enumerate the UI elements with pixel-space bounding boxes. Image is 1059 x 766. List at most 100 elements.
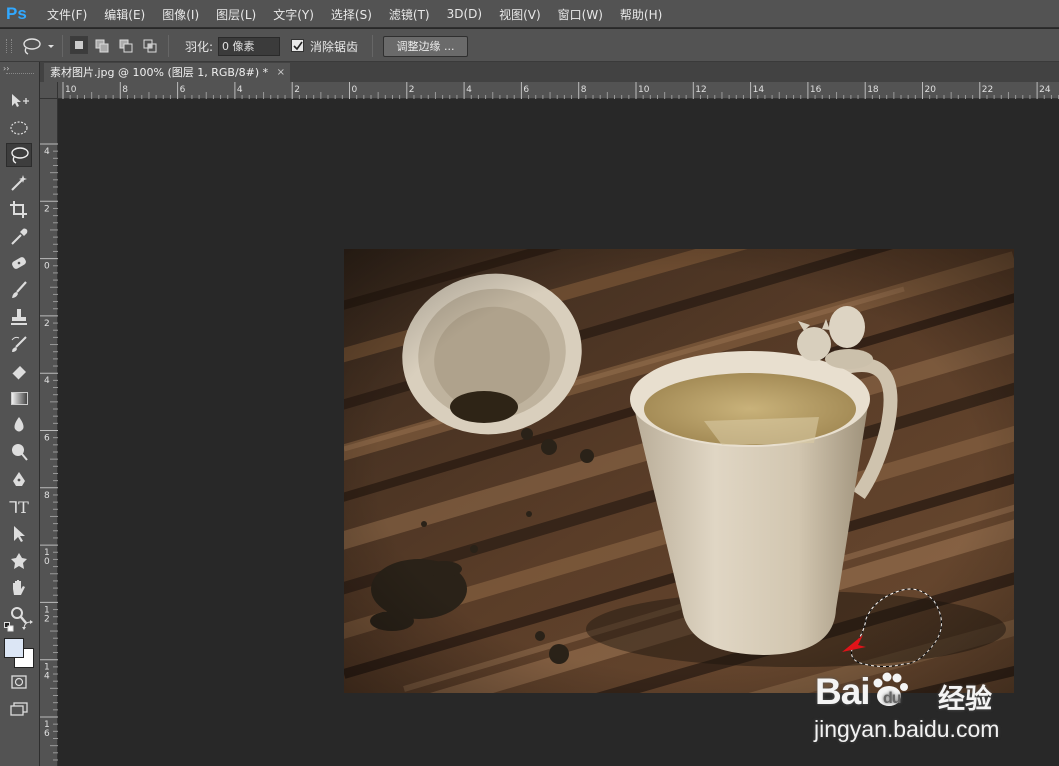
- ruler-label: 4: [44, 376, 50, 386]
- ruler-label: 4: [44, 672, 50, 682]
- dodge-icon: [12, 444, 28, 461]
- tea-cup-image: [344, 249, 1014, 693]
- feather-input[interactable]: 0 像素: [218, 37, 280, 56]
- screen-mode-button[interactable]: [6, 697, 32, 721]
- document-tab[interactable]: 素材图片.jpg @ 100% (图层 1, RGB/8#) * ×: [44, 63, 290, 82]
- lasso-tool-icon: [11, 147, 29, 164]
- baidu-jingyan-label: 经验: [938, 684, 992, 715]
- photoshop-logo: Ps: [6, 4, 27, 23]
- menu-select[interactable]: 选择(S): [331, 6, 372, 23]
- add-to-selection-button[interactable]: [93, 37, 111, 55]
- intersect-selection-icon: [143, 39, 157, 53]
- menu-help[interactable]: 帮助(H): [620, 6, 662, 23]
- crop-tool-icon: [10, 201, 27, 218]
- eyedropper-icon: [11, 228, 28, 245]
- pen-tool-button[interactable]: [6, 468, 32, 492]
- add-selection-icon: [95, 39, 109, 53]
- ruler-label: 0: [44, 557, 50, 567]
- ruler-label: 2: [44, 204, 50, 214]
- baidu-logo-text: Bai: [815, 671, 871, 712]
- antialias-label: 消除锯齿: [310, 40, 359, 54]
- move-tool-button[interactable]: [6, 89, 32, 113]
- history-brush-button[interactable]: [6, 332, 32, 356]
- menu-filter[interactable]: 滤镜(T): [389, 6, 430, 23]
- tool-preset-picker[interactable]: [20, 35, 58, 57]
- quick-mask-button[interactable]: [6, 670, 32, 694]
- lasso-tool-button[interactable]: [6, 143, 32, 167]
- ruler-label: 0: [352, 85, 358, 95]
- magic-wand-button[interactable]: [6, 170, 32, 194]
- type-tool-button[interactable]: ⅂T: [6, 495, 32, 519]
- dodge-button[interactable]: [6, 440, 32, 464]
- ruler-label: 2: [44, 614, 50, 624]
- new-selection-button[interactable]: [70, 36, 88, 54]
- path-selection-button[interactable]: [6, 522, 32, 546]
- menu-image[interactable]: 图像(I): [162, 6, 199, 23]
- menu-edit[interactable]: 编辑(E): [104, 6, 145, 23]
- clone-stamp-button[interactable]: [6, 305, 32, 329]
- pen-tool-icon: [13, 472, 25, 486]
- horizontal-ruler[interactable]: 10 8 6 4 2 0 2 4 6 8 10 12 14 16 18 20 22 24: [58, 82, 1059, 99]
- panel-collapse-icon[interactable]: ››: [3, 64, 9, 73]
- hand-tool-button[interactable]: [6, 576, 32, 600]
- ruler-label: 4: [44, 147, 50, 157]
- gradient-button[interactable]: [6, 386, 32, 410]
- brush-tool-button[interactable]: [6, 278, 32, 302]
- checkmark-icon: [293, 41, 303, 51]
- custom-shape-icon: [11, 553, 27, 569]
- ruler-label: 2: [294, 85, 300, 95]
- marquee-tool-button[interactable]: [6, 116, 32, 140]
- eyedropper-button[interactable]: [6, 224, 32, 248]
- eraser-button[interactable]: [6, 359, 32, 383]
- watermark-url: jingyan.baidu.com: [814, 716, 1000, 742]
- ruler-label: 4: [466, 85, 472, 95]
- vertical-ruler[interactable]: 420246810121416: [40, 99, 58, 766]
- foreground-color-swatch[interactable]: [4, 638, 24, 658]
- ruler-label: 6: [44, 729, 50, 739]
- new-selection-icon: [75, 41, 83, 49]
- default-colors-button[interactable]: [4, 621, 14, 632]
- clone-stamp-icon: [11, 309, 27, 325]
- ruler-label: 6: [44, 434, 50, 444]
- tea-cup-photo[interactable]: [344, 249, 1014, 693]
- custom-shape-button[interactable]: [6, 549, 32, 573]
- menu-bar: Ps 文件(F) 编辑(E) 图像(I) 图层(L) 文字(Y) 选择(S) 滤…: [0, 0, 1059, 28]
- ruler-label: 0: [44, 262, 50, 272]
- ruler-label: 8: [44, 491, 50, 501]
- ruler-label: 12: [695, 85, 706, 95]
- menu-layer[interactable]: 图层(L): [216, 6, 256, 23]
- hand-tool-icon: [13, 580, 25, 595]
- menu-file[interactable]: 文件(F): [47, 6, 87, 23]
- options-bar: 羽化: 0 像素 消除锯齿 调整边缘 ...: [0, 29, 1059, 62]
- healing-brush-button[interactable]: [6, 251, 32, 275]
- crop-tool-button[interactable]: [6, 197, 32, 221]
- grip-handle[interactable]: [6, 39, 12, 53]
- paw-icon: du: [873, 672, 908, 707]
- menu-3d[interactable]: 3D(D): [447, 7, 482, 21]
- subtract-selection-button[interactable]: [117, 37, 135, 55]
- ruler-label: 6: [180, 85, 186, 95]
- gradient-icon: [10, 391, 28, 405]
- ruler-origin[interactable]: [40, 82, 58, 99]
- move-tool-icon: [12, 94, 29, 107]
- svg-text:du: du: [883, 690, 901, 707]
- antialias-checkbox[interactable]: [291, 39, 304, 52]
- type-tool-icon: ⅂T: [9, 497, 29, 517]
- panel-grip[interactable]: [6, 73, 34, 74]
- blur-button[interactable]: [6, 413, 32, 437]
- swap-colors-button[interactable]: [22, 620, 34, 632]
- ruler-label: 18: [867, 85, 879, 95]
- menu-type[interactable]: 文字(Y): [273, 6, 314, 23]
- ruler-label: 10: [638, 85, 650, 95]
- horizontal-ruler-ticks: 10 8 6 4 2 0 2 4 6 8 10 12 14 16 18 20 22 24: [62, 82, 1059, 99]
- quick-mask-icon: [11, 675, 27, 689]
- brush-tool-icon: [12, 281, 27, 298]
- magic-wand-icon: [11, 175, 27, 191]
- refine-edge-button[interactable]: 调整边缘 ...: [383, 36, 468, 57]
- ruler-label: 4: [237, 85, 243, 95]
- menu-view[interactable]: 视图(V): [499, 6, 541, 23]
- menu-window[interactable]: 窗口(W): [558, 6, 603, 23]
- intersect-selection-button[interactable]: [141, 37, 159, 55]
- close-tab-icon[interactable]: ×: [277, 63, 285, 82]
- ruler-label: 8: [122, 85, 128, 95]
